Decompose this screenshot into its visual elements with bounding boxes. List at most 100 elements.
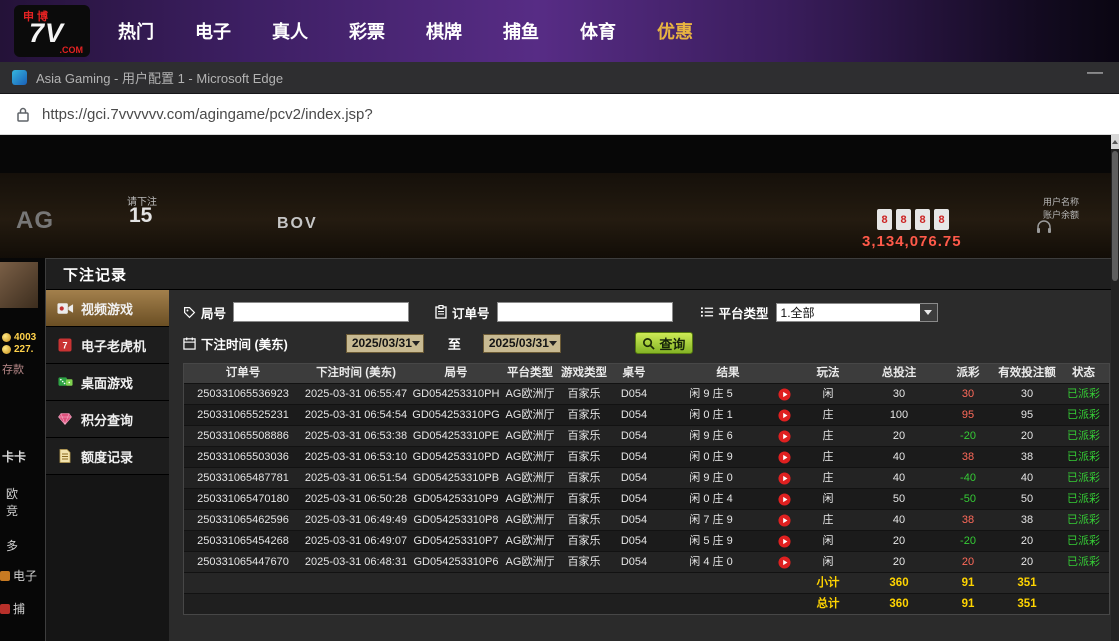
date-from-picker[interactable]: 2025/03/31 [346,334,424,353]
cell-round: GD054253310P6 [410,552,502,572]
cell-status: 已派彩 [1058,510,1109,530]
replay-button[interactable] [778,514,791,527]
bov-fragment: BOV [277,215,318,233]
filter-row-1: 局号 订单号 平台类型 1.全部 [183,302,938,322]
nav-item-live[interactable]: 真人 [272,18,308,44]
cell-platform: AG欧洲厅 [502,405,558,425]
cell-payout: 38 [940,510,996,530]
cell-valid: 20 [996,552,1058,572]
scrollbar-up-button[interactable] [1111,135,1119,149]
cell-status: 已派彩 [1058,468,1109,488]
cell-valid: 40 [996,468,1058,488]
column-header: 平台类型 [502,364,558,383]
window-titlebar: Asia Gaming - 用户配置 1 - Microsoft Edge — [0,62,1119,94]
cell-order: 250331065447670 [184,552,302,572]
gem-icon [56,413,74,425]
balance-fragment-1: 4003 [2,332,36,343]
cell-platform: AG欧洲厅 [502,489,558,509]
game-category-icon [0,571,10,581]
game-category-icon [0,604,10,614]
order-number-input[interactable] [497,302,673,322]
nav-item-hot[interactable]: 热门 [118,18,154,44]
left-fragment-kaka: 卡卡 [2,448,26,465]
url-text[interactable]: https://gci.7vvvvvv.com/agingame/pcv2/in… [42,106,373,123]
table-header-row: 订单号下注时间 (美东)局号平台类型游戏类型桌号结果玩法总投注派彩有效投注额状态 [184,364,1109,383]
cell-result: 闲 9 庄 6 [658,426,798,446]
replay-button[interactable] [778,451,791,464]
nav-item-sports[interactable]: 体育 [580,18,616,44]
date-from-value: 2025/03/31 [352,336,412,350]
sidebar-tab-points-query[interactable]: 积分查询 [46,401,169,438]
vertical-scrollbar [1111,135,1119,641]
replay-button[interactable] [778,430,791,443]
screen: 申博 7V .COM 热门 电子 真人 彩票 棋牌 捕鱼 体育 优惠 Asia … [0,0,1119,641]
subtotal-valid: 351 [996,573,1058,593]
replay-button[interactable] [778,472,791,485]
chevron-down-icon [920,304,937,321]
scrollbar-thumb[interactable] [1112,151,1118,281]
cell-order: 250331065508886 [184,426,302,446]
minimize-button[interactable]: — [1087,64,1103,82]
grand-total-row: 总计 360 91 351 [184,593,1109,614]
table-body: 2503310655369232025-03-31 06:55:47GD0542… [184,383,1109,572]
cell-valid: 95 [996,405,1058,425]
cell-status: 已派彩 [1058,447,1109,467]
modal-title: 下注记录 [63,264,127,285]
sidebar-tab-credit-records[interactable]: 额度记录 [46,438,169,475]
sidebar-tab-table-games[interactable]: 桌面游戏 [46,364,169,401]
cell-game: 百家乐 [558,384,610,404]
round-number-label: 局号 [183,303,226,322]
table-row: 2503310655252312025-03-31 06:54:54GD0542… [184,404,1109,425]
page-viewport: AG 请下注 15 BOV 8 8 8 8 3,134,076.75 用户名称 … [0,135,1119,641]
result-text: 闲 9 庄 5 [658,384,798,404]
cell-payout: 20 [940,552,996,572]
window-title: Asia Gaming - 用户配置 1 - Microsoft Edge [36,68,283,87]
left-fragment-duo: 多 [6,537,18,554]
cell-time: 2025-03-31 06:48:31 [302,552,410,572]
platform-type-select[interactable]: 1.全部 [776,303,938,322]
sidebar-tab-slot-machines[interactable]: 7 电子老虎机 [46,327,169,364]
cell-valid: 20 [996,426,1058,446]
browser-address-bar: https://gci.7vvvvvv.com/agingame/pcv2/in… [0,94,1119,135]
cell-payout: -40 [940,468,996,488]
nav-item-promo[interactable]: 优惠 [657,18,693,44]
nav-item-lottery[interactable]: 彩票 [349,18,385,44]
video-camera-icon [56,302,74,315]
cell-table: D054 [610,405,658,425]
cell-bet: 40 [858,447,940,467]
replay-button[interactable] [778,556,791,569]
modal-sidebar: 视频游戏 7 电子老虎机 桌面游戏 [46,290,169,641]
round-number-input[interactable] [233,302,409,322]
cell-time: 2025-03-31 06:55:47 [302,384,410,404]
cell-round: GD054253310PH [410,384,502,404]
search-button[interactable]: 查询 [635,332,693,354]
column-header: 订单号 [184,364,302,383]
sidebar-tab-video-games[interactable]: 视频游戏 [46,290,169,327]
cell-status: 已派彩 [1058,426,1109,446]
tab-label: 桌面游戏 [81,373,133,392]
table-row: 2503310654542682025-03-31 06:49:07GD0542… [184,530,1109,551]
cell-time: 2025-03-31 06:51:54 [302,468,410,488]
left-fragment-ou: 欧 [6,485,18,502]
tab-label: 视频游戏 [81,299,133,318]
site-logo[interactable]: 申博 7V .COM [14,5,90,57]
ag-logo-fragment: AG [16,207,54,235]
cell-time: 2025-03-31 06:53:10 [302,447,410,467]
date-to-value: 2025/03/31 [489,336,549,350]
card: 8 [915,209,930,230]
table-row: 2503310655030362025-03-31 06:53:10GD0542… [184,446,1109,467]
column-header: 下注时间 (美东) [302,364,410,383]
filter-row-2: 下注时间 (美东) 2025/03/31 至 2025/03/31 [183,332,693,354]
cell-game: 百家乐 [558,405,610,425]
date-to-picker[interactable]: 2025/03/31 [483,334,561,353]
cell-table: D054 [610,552,658,572]
left-fragment-dianzi: 电子 [0,567,37,584]
nav-item-slots[interactable]: 电子 [195,18,231,44]
site-favicon-icon [12,70,27,85]
nav-item-fishing[interactable]: 捕鱼 [503,18,539,44]
replay-button[interactable] [778,388,791,401]
replay-button[interactable] [778,409,791,422]
replay-button[interactable] [778,493,791,506]
replay-button[interactable] [778,535,791,548]
nav-item-board[interactable]: 棋牌 [426,18,462,44]
